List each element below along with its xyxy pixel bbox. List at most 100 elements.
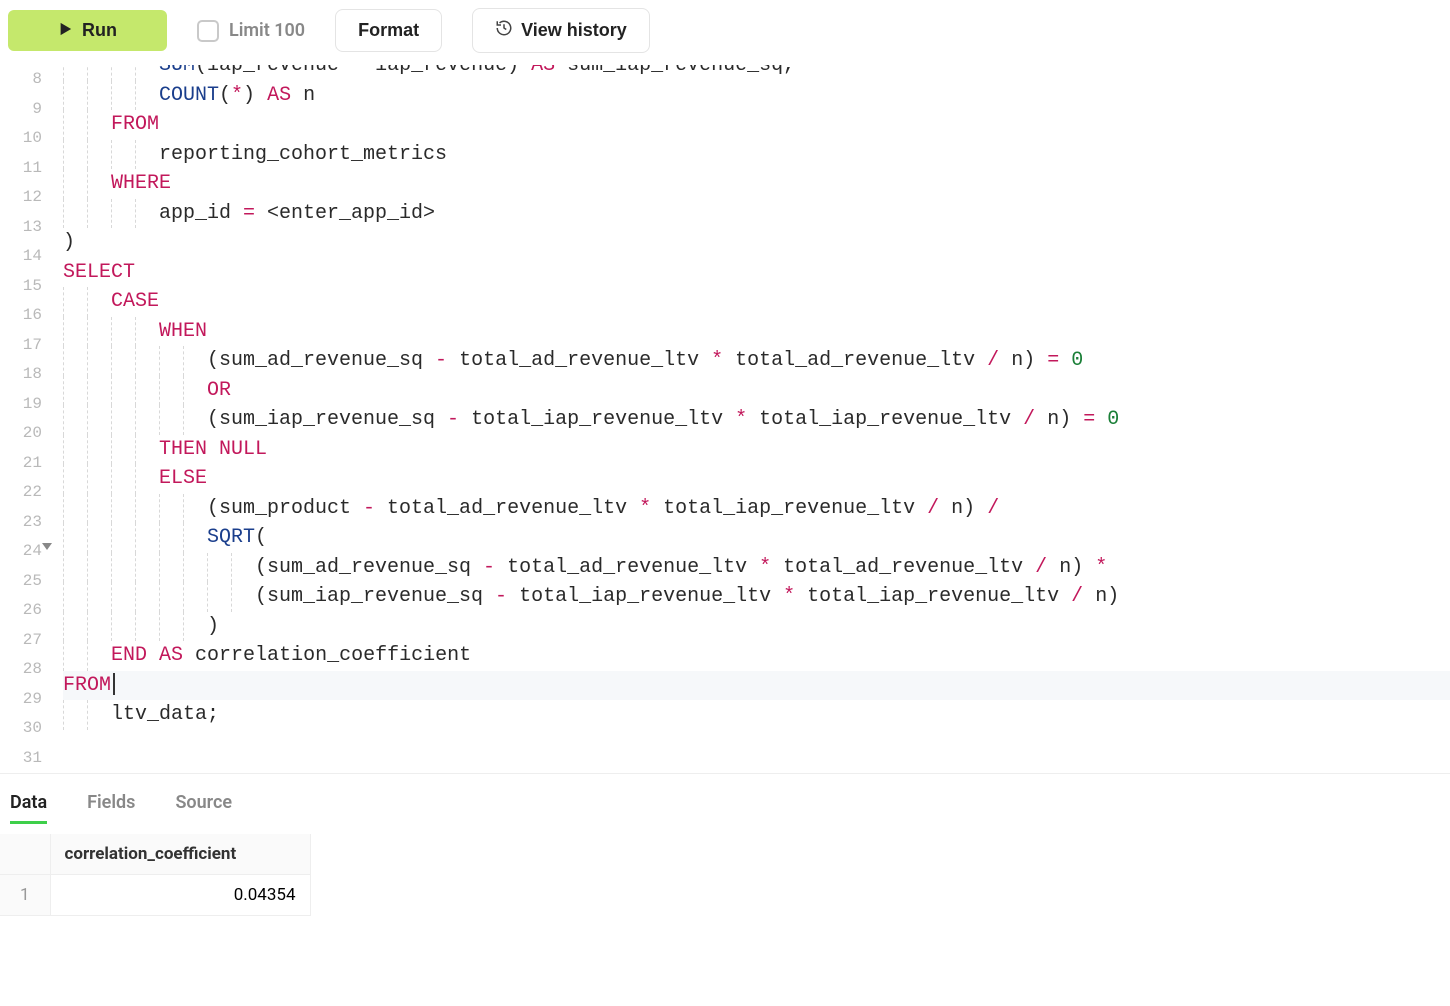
indent-guide — [87, 81, 111, 111]
line-number: 27 — [0, 626, 42, 656]
indent-guide — [111, 612, 135, 642]
code-line[interactable]: OR — [63, 376, 1450, 406]
token-id — [147, 644, 159, 667]
fold-marker-icon[interactable] — [42, 543, 52, 550]
token-kw: CASE — [111, 290, 159, 313]
code-line[interactable]: END AS correlation_coefficient — [63, 641, 1450, 671]
code-line[interactable]: (sum_iap_revenue_sq - total_iap_revenue_… — [63, 405, 1450, 435]
line-number-gutter: 8910111213141516171819202122232425262728… — [0, 65, 56, 773]
code-line[interactable]: FROM — [63, 110, 1450, 140]
line-number: 14 — [0, 242, 42, 272]
sql-editor[interactable]: 8910111213141516171819202122232425262728… — [0, 65, 1450, 773]
indent-guide — [87, 553, 111, 583]
indent-guide — [135, 612, 159, 642]
indent-guide — [111, 346, 135, 376]
token-id: n) — [999, 349, 1047, 372]
indent-guide — [87, 376, 111, 406]
code-line[interactable]: THEN NULL — [63, 435, 1450, 465]
code-line[interactable]: ltv_data; — [63, 700, 1450, 730]
code-line[interactable]: ) — [63, 228, 1450, 258]
line-number: 18 — [0, 360, 42, 390]
indent-guide — [87, 317, 111, 347]
token-id: total_ad_revenue_ltv — [375, 497, 639, 520]
token-id: ) — [207, 615, 219, 638]
tab-source[interactable]: Source — [175, 792, 232, 824]
code-line[interactable]: COUNT(*) AS n — [63, 81, 1450, 111]
code-line[interactable]: ) — [63, 612, 1450, 642]
token-num: 0 — [1071, 349, 1083, 372]
checkbox-icon[interactable] — [197, 20, 219, 42]
indent-guide — [183, 494, 207, 524]
code-line[interactable]: app_id = <enter_app_id> — [63, 199, 1450, 229]
limit-toggle[interactable]: Limit 100 — [197, 20, 305, 42]
line-number: 13 — [0, 213, 42, 243]
code-line[interactable]: WHEN — [63, 317, 1450, 347]
code-line[interactable]: (sum_ad_revenue_sq - total_ad_revenue_lt… — [63, 553, 1450, 583]
token-id: n) — [939, 497, 987, 520]
line-number: 15 — [0, 272, 42, 302]
tab-fields[interactable]: Fields — [87, 792, 135, 824]
row-number-header — [0, 834, 50, 875]
token-op: - — [447, 408, 459, 431]
code-line[interactable]: (sum_iap_revenue_sq - total_iap_revenue_… — [63, 582, 1450, 612]
indent-guide — [135, 81, 159, 111]
line-number: 11 — [0, 154, 42, 184]
table-row[interactable]: 10.04354 — [0, 875, 310, 916]
code-line[interactable] — [63, 730, 1450, 760]
indent-guide — [87, 405, 111, 435]
token-id: ) — [243, 84, 267, 107]
view-history-button[interactable]: View history — [472, 8, 650, 53]
indent-guide — [111, 582, 135, 612]
indent-guide — [63, 140, 87, 170]
format-button[interactable]: Format — [335, 9, 442, 52]
indent-guide — [135, 523, 159, 553]
token-id: reporting_cohort_metrics — [159, 143, 447, 166]
line-number: 25 — [0, 567, 42, 597]
token-kw: THEN NULL — [159, 438, 267, 461]
token-id: (sum_ad_revenue_sq — [207, 349, 435, 372]
token-op: / — [1035, 556, 1047, 579]
table-cell[interactable]: 0.04354 — [50, 875, 310, 916]
token-kw: FROM — [63, 674, 111, 697]
token-id: n — [291, 84, 315, 107]
indent-guide — [183, 612, 207, 642]
token-id: ltv_data; — [111, 703, 219, 726]
code-line[interactable]: CASE — [63, 287, 1450, 317]
indent-guide — [87, 700, 111, 730]
indent-guide — [135, 553, 159, 583]
column-header[interactable]: correlation_coefficient — [50, 834, 310, 875]
code-line[interactable]: SQRT( — [63, 523, 1450, 553]
indent-guide — [159, 582, 183, 612]
run-button[interactable]: Run — [8, 10, 167, 51]
code-line[interactable]: reporting_cohort_metrics — [63, 140, 1450, 170]
indent-guide — [87, 494, 111, 524]
code-line[interactable]: (sum_ad_revenue_sq - total_ad_revenue_lt… — [63, 346, 1450, 376]
indent-guide — [183, 376, 207, 406]
token-id: n) — [1047, 556, 1095, 579]
code-line[interactable]: SELECT — [63, 258, 1450, 288]
indent-guide — [63, 346, 87, 376]
indent-guide — [63, 81, 87, 111]
code-line[interactable]: ELSE — [63, 464, 1450, 494]
token-op: * — [639, 497, 651, 520]
code-line[interactable]: WHERE — [63, 169, 1450, 199]
indent-guide — [135, 435, 159, 465]
run-button-label: Run — [82, 20, 117, 41]
token-op: / — [927, 497, 939, 520]
token-op: * — [759, 556, 771, 579]
code-area[interactable]: SUM(iap_revenue * iap_revenue) AS sum_ia… — [63, 65, 1450, 759]
code-line[interactable]: (sum_product - total_ad_revenue_ltv * to… — [63, 494, 1450, 524]
code-line[interactable]: SUM(iap_revenue * iap_revenue) AS sum_ia… — [63, 65, 1450, 81]
indent-guide — [63, 435, 87, 465]
row-number-cell: 1 — [0, 875, 50, 916]
token-fn: COUNT — [159, 84, 219, 107]
line-number: 10 — [0, 124, 42, 154]
line-number: 20 — [0, 419, 42, 449]
history-icon — [495, 19, 513, 42]
token-id: total_iap_revenue_ltv — [747, 408, 1023, 431]
token-op: = — [243, 202, 255, 225]
code-line[interactable]: FROM — [63, 671, 1450, 701]
tab-data[interactable]: Data — [10, 792, 47, 824]
indent-guide — [135, 65, 159, 81]
token-kw: END — [111, 644, 147, 667]
